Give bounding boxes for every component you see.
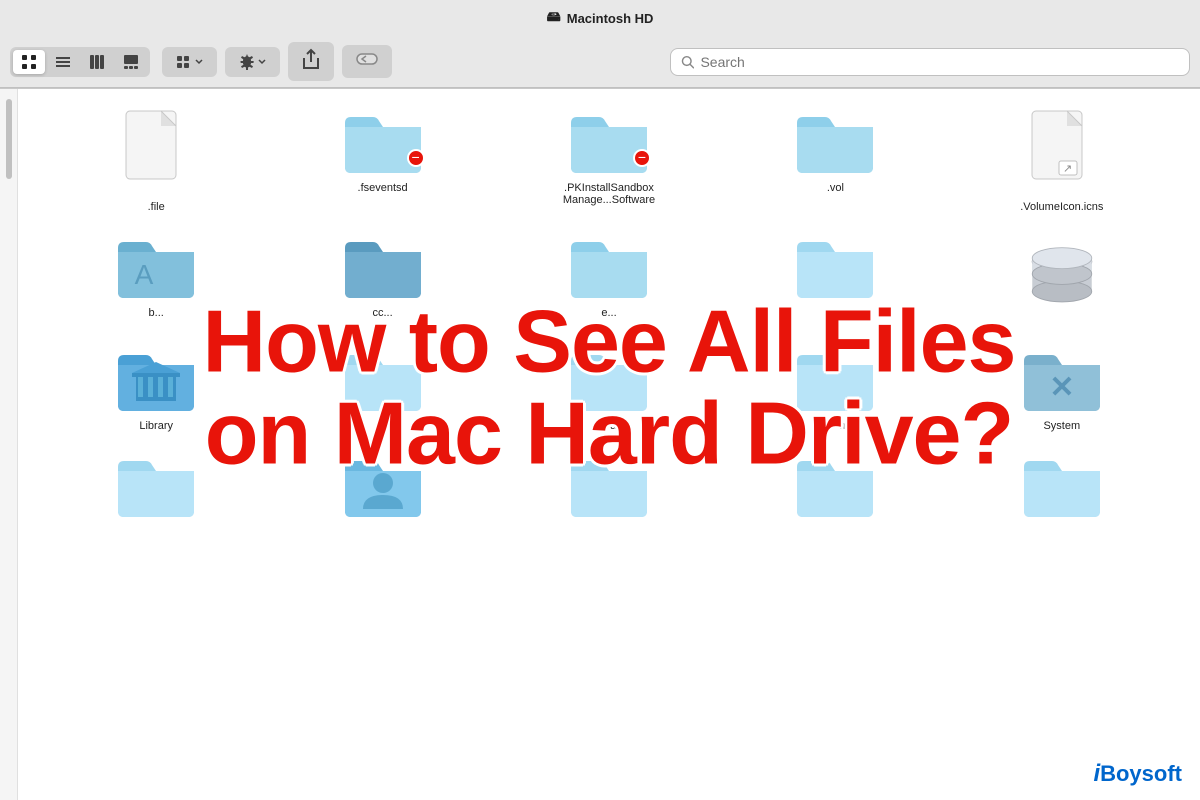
- view-mode-group: [10, 47, 150, 77]
- toolbar: [0, 36, 1200, 88]
- sidebar-scrollbar[interactable]: [0, 89, 18, 800]
- list-item[interactable]: [48, 453, 264, 527]
- icon-view-button[interactable]: [13, 50, 45, 74]
- group-button-group: [162, 47, 217, 77]
- file-name: opt: [371, 419, 394, 433]
- column-view-button[interactable]: [81, 50, 113, 74]
- action-chevron-icon: [258, 58, 266, 66]
- svg-text:A: A: [135, 259, 154, 290]
- list-item[interactable]: e...: [501, 234, 717, 327]
- file-name: private: [588, 419, 629, 433]
- folder-icon: [116, 453, 196, 519]
- gallery-view-button[interactable]: [115, 50, 147, 74]
- list-item[interactable]: ✕ System: [954, 347, 1170, 433]
- file-grid: .file .fseventsd: [18, 89, 1200, 800]
- back-button[interactable]: [342, 45, 392, 78]
- svg-text:↗: ↗: [1063, 163, 1072, 175]
- file-name: cc...: [369, 306, 397, 320]
- folder-icon: A: [116, 234, 196, 300]
- folder-library-icon: [116, 347, 196, 413]
- folder-icon: [795, 347, 875, 413]
- folder-icon: [343, 109, 423, 175]
- list-item[interactable]: .PKInstallSandboxManage...Software: [501, 109, 717, 214]
- list-item[interactable]: [954, 234, 1170, 327]
- list-item[interactable]: cc...: [274, 234, 490, 327]
- svg-text:✕: ✕: [1049, 371, 1074, 404]
- folder-icon: [343, 234, 423, 300]
- disk-icon: [1027, 234, 1097, 319]
- list-item[interactable]: .vol: [727, 109, 943, 214]
- action-button[interactable]: [231, 50, 274, 74]
- file-name: .fseventsd: [354, 181, 412, 195]
- content-area: .file .fseventsd: [0, 89, 1200, 800]
- folder-icon: [795, 234, 875, 300]
- file-name: .file: [144, 200, 169, 214]
- gear-icon: [239, 54, 255, 70]
- brand-logo: iBoysoft: [1093, 760, 1182, 788]
- file-name: Library: [135, 419, 177, 433]
- scroll-thumb: [6, 99, 12, 179]
- list-item[interactable]: ↗ .VolumeIcon.icns: [954, 109, 1170, 214]
- list-item[interactable]: private: [501, 347, 717, 433]
- file-name: [831, 306, 839, 308]
- list-item[interactable]: [954, 453, 1170, 527]
- file-name: .vol: [823, 181, 848, 195]
- folder-icon: [1022, 453, 1102, 519]
- list-item[interactable]: A b...: [48, 234, 264, 327]
- title-bar: 🖴 Macintosh HD: [0, 0, 1200, 89]
- file-icon: ↗: [1027, 109, 1097, 194]
- list-item[interactable]: .fseventsd: [274, 109, 490, 214]
- folder-system-icon: ✕: [1022, 347, 1102, 413]
- list-item[interactable]: .file: [48, 109, 264, 214]
- file-name: .VolumeIcon.icns: [1016, 200, 1107, 214]
- search-bar[interactable]: [670, 48, 1190, 76]
- folder-icon: [569, 234, 649, 300]
- list-item[interactable]: sbin: [727, 347, 943, 433]
- folder-icon: [569, 347, 649, 413]
- chevron-down-icon: [195, 58, 203, 66]
- file-name: sbin: [821, 419, 849, 433]
- badge-minus-icon: [407, 149, 425, 167]
- file-icon: [121, 109, 191, 194]
- action-button-group: [225, 47, 280, 77]
- list-item[interactable]: Library: [48, 347, 264, 433]
- file-name: [831, 525, 839, 527]
- search-input[interactable]: [700, 54, 1179, 70]
- badge-minus-icon: [633, 149, 651, 167]
- folder-icon: [795, 453, 875, 519]
- hard-disk-icon: 🖴: [547, 6, 561, 30]
- folder-icon: [569, 453, 649, 519]
- folder-icon: [343, 347, 423, 413]
- window-title-area: 🖴 Macintosh HD: [547, 6, 654, 30]
- file-name: [379, 525, 387, 527]
- file-name: [152, 525, 160, 527]
- file-name: e...: [597, 306, 620, 320]
- list-item[interactable]: [727, 234, 943, 327]
- share-button[interactable]: [288, 42, 334, 81]
- window-title: Macintosh HD: [567, 11, 654, 26]
- file-name: .PKInstallSandboxManage...Software: [559, 181, 659, 207]
- list-item[interactable]: opt: [274, 347, 490, 433]
- list-item[interactable]: [274, 453, 490, 527]
- file-name: [1058, 525, 1066, 527]
- file-name: System: [1039, 419, 1084, 433]
- search-icon: [681, 55, 694, 69]
- list-view-button[interactable]: [47, 50, 79, 74]
- file-name: [1058, 325, 1066, 327]
- file-name: b...: [145, 306, 168, 320]
- folder-user-icon: [343, 453, 423, 519]
- list-item[interactable]: [501, 453, 717, 527]
- folder-icon: [795, 109, 875, 175]
- folder-icon: [569, 109, 649, 175]
- group-button[interactable]: [168, 50, 211, 74]
- finder-window: 🖴 Macintosh HD: [0, 0, 1200, 800]
- list-item[interactable]: [727, 453, 943, 527]
- file-name: [605, 525, 613, 527]
